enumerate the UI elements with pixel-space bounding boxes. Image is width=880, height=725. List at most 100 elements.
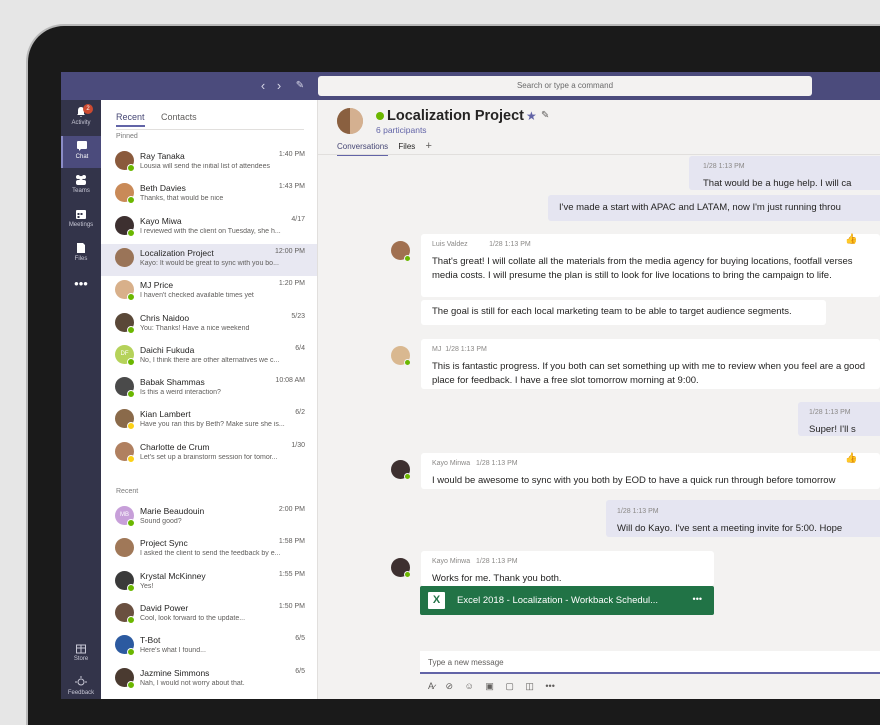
rail-teams[interactable]: Teams: [61, 170, 101, 202]
message-time: 1/28 1:13 PM: [445, 346, 487, 353]
list-item[interactable]: MJ Price 1:20 PM I haven't checked availab…: [101, 276, 317, 308]
tab-contacts[interactable]: Contacts: [161, 112, 197, 125]
contact-name: Jazmine Simmons: [140, 667, 210, 678]
list-item[interactable]: Kayo Miwa 4/17 I reviewed with the client …: [101, 212, 317, 244]
message-author: Kayo Minwa: [432, 460, 471, 467]
contact-name: Ray Tanaka: [140, 151, 185, 161]
status-dot: [127, 519, 135, 527]
chat-list: Recent Contacts Pinned Ray Tanaka 1:40 PM…: [101, 100, 318, 699]
sticker-icon[interactable]: ▢: [505, 681, 514, 692]
message-meta: Kayo Minwa 1/28 1:13 PM: [432, 555, 703, 569]
more-icon[interactable]: •••: [545, 681, 554, 691]
list-item[interactable]: T-Bot 6/5 Here's what I found...: [101, 631, 317, 663]
list-item[interactable]: Charlotte de Crum 1/30 Let's set up a brai…: [101, 438, 317, 470]
list-item[interactable]: Jazmine Simmons 6/5 Nah, I would not worry…: [101, 664, 317, 696]
contact-preview: No, I think there are other alternatives…: [140, 356, 280, 364]
message-text: The goal is still for each local marketi…: [432, 306, 792, 317]
rail-files[interactable]: Files: [61, 238, 101, 270]
star-icon[interactable]: ★: [526, 109, 537, 123]
list-item[interactable]: DF Daichi Fukuda 6/4 No, I think there are …: [101, 341, 317, 373]
status-dot: [127, 196, 135, 205]
contact-name: Krystal McKinney: [140, 570, 206, 581]
list-item[interactable]: MB Marie Beaudouin 2:00 PM Sound good?: [101, 502, 317, 534]
list-item[interactable]: Project Sync 1:58 PM I asked the client to…: [101, 534, 317, 566]
rail-activity[interactable]: 2 Activity: [61, 102, 101, 134]
search-input[interactable]: Search or type a command: [318, 76, 812, 96]
list-item[interactable]: Beth Davies 1:43 PM Thanks, that would be …: [101, 179, 317, 211]
rail-store[interactable]: Store: [61, 638, 101, 670]
message-text: That would be a huge help. I will ca: [703, 178, 852, 189]
list-item[interactable]: Ray Tanaka 1:40 PM Lousia will send the in…: [101, 147, 317, 179]
contact-time: 6/5: [295, 635, 305, 643]
rail-chat[interactable]: Chat: [61, 136, 101, 168]
status-dot: [127, 293, 135, 302]
like-icon[interactable]: 👍: [845, 234, 857, 245]
contact-time: 1:50 PM: [278, 602, 305, 610]
edit-icon[interactable]: ✎: [541, 110, 549, 121]
contact-preview: You: Thanks! Have a nice weekend: [140, 324, 250, 332]
online-status-icon: [376, 112, 384, 120]
contact-preview: Is this a weird interaction?: [140, 389, 221, 397]
message-input[interactable]: Type a new message: [420, 651, 880, 674]
status-dot: [127, 422, 135, 431]
contact-time: 5/23: [291, 312, 305, 320]
status-dot: [127, 390, 135, 399]
contact-name: Project Sync: [140, 538, 188, 549]
add-tab-icon[interactable]: +: [426, 140, 432, 155]
message-bubble: Kayo Minwa 1/28 1:13 PM I would be aweso…: [421, 453, 880, 489]
status-dot: [127, 164, 135, 172]
list-item[interactable]: Krystal McKinney 1:55 PM Yes!: [101, 567, 317, 599]
emoji-icon[interactable]: ☺: [465, 681, 474, 691]
contact-time: 1:58 PM: [278, 538, 305, 546]
channel-pane: Localization Project ★ ✎ 6 participants …: [318, 100, 880, 699]
message-author: MJ: [432, 346, 442, 353]
teams-window: ‹ › ✎ Search or type a command 2 Activit…: [61, 72, 880, 699]
contact-time: 6/2: [295, 409, 305, 417]
message-meta: Luis Valdez 1/28 1:13 PM: [432, 238, 869, 252]
status-dot: [127, 325, 135, 334]
file-attachment[interactable]: X Excel 2018 - Localization - Workback S…: [420, 586, 714, 615]
format-icon[interactable]: A̷: [428, 681, 434, 691]
message-meta: MJ 1/28 1:13 PM: [432, 343, 869, 357]
like-icon[interactable]: 👍: [845, 453, 857, 464]
more-options-icon[interactable]: •••: [693, 594, 702, 604]
attach-icon[interactable]: ⊘: [446, 681, 454, 692]
rail-meetings[interactable]: Meetings: [61, 204, 101, 236]
message-bubble: 1/28 1:13 PM Will do Kayo. I've sent a m…: [606, 500, 880, 537]
message-bubble: 1/28 1:13 PM Super! I'll s: [798, 402, 880, 436]
list-divider: [116, 129, 304, 130]
tab-recent[interactable]: Recent: [116, 112, 145, 127]
list-item[interactable]: David Power 1:50 PM Cool, look forward to …: [101, 599, 317, 631]
rail-feedback[interactable]: Feedback: [61, 672, 101, 699]
contact-time: 1:43 PM: [278, 183, 305, 191]
contact-preview: Lousia will send the initial list of att…: [140, 163, 270, 170]
list-item[interactable]: Kian Lambert 6/2 Have you ran this by Beth…: [101, 405, 317, 437]
contact-preview: Have you ran this by Beth? Make sure she…: [140, 421, 285, 429]
participants-link[interactable]: 6 participants: [376, 125, 427, 135]
channel-title: Localization Project: [387, 108, 524, 124]
compose-icon[interactable]: ✎: [293, 78, 307, 94]
message-text: Works for me. Thank you both.: [432, 573, 562, 584]
contact-time: 6/5: [295, 667, 305, 675]
meet-now-icon[interactable]: ◫: [525, 681, 534, 692]
contact-time: 12:00 PM: [275, 247, 305, 255]
status-dot: [127, 454, 135, 463]
contact-name: Chris Naidoo: [140, 312, 190, 323]
message-text: I would be awesome to sync with you both…: [432, 475, 836, 486]
contact-time: 2:00 PM: [278, 506, 305, 513]
forward-arrow-icon[interactable]: ›: [272, 78, 286, 94]
contact-preview: Kayo: It would be great to sync with you…: [140, 259, 279, 267]
list-item[interactable]: Chris Naidoo 5/23 You: Thanks! Have a nice…: [101, 309, 317, 341]
recent-label: Recent: [116, 488, 139, 495]
gif-icon[interactable]: ▣: [485, 681, 494, 692]
list-item[interactable]: Babak Shammas 10:08 AM Is this a weird int…: [101, 373, 317, 405]
tab-files[interactable]: Files: [398, 142, 415, 154]
message-bubble: The goal is still for each local marketi…: [421, 300, 826, 325]
message-meta: 1/28 1:13 PM: [809, 409, 851, 416]
status-dot: [127, 615, 135, 624]
more-apps-icon[interactable]: •••: [61, 276, 101, 308]
message-text: This is fantastic progress. If you both …: [432, 361, 866, 386]
back-arrow-icon[interactable]: ‹: [256, 78, 270, 94]
list-item[interactable]: Localization Project 12:00 PM Kayo: It wou…: [101, 243, 317, 276]
rail-label: Files: [74, 256, 88, 262]
